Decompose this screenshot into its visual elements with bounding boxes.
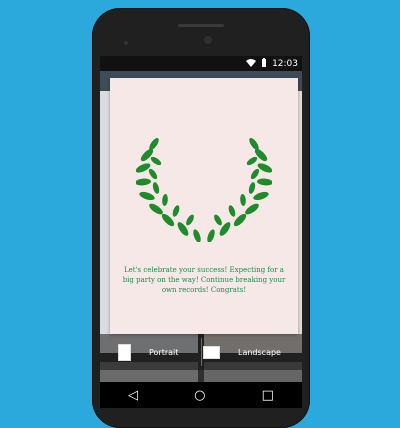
earpiece — [178, 24, 224, 27]
portrait-option[interactable]: Portrait — [118, 341, 178, 363]
laurel-wreath-icon — [136, 138, 272, 242]
phone-top-bezel — [92, 8, 310, 54]
congratulations-dialog[interactable]: Let's celebrate your success! Expecting … — [110, 78, 298, 334]
landscape-label: Landscape — [238, 347, 281, 357]
orientation-divider — [201, 338, 202, 366]
status-bar: 12:03 — [100, 56, 302, 71]
orientation-picker: Portrait Landscape — [100, 334, 302, 370]
phone-screen: 12:03 Let's celebrate your success! Expe… — [100, 56, 302, 408]
portrait-icon — [118, 343, 131, 361]
landscape-icon — [203, 345, 220, 359]
status-time: 12:03 — [272, 59, 298, 69]
proximity-sensor — [124, 41, 128, 45]
phone-frame: 12:03 Let's celebrate your success! Expe… — [92, 8, 310, 428]
congratulations-message: Let's celebrate your success! Expecting … — [122, 266, 286, 294]
landscape-option[interactable]: Landscape — [203, 341, 281, 363]
portrait-label: Portrait — [149, 347, 179, 357]
front-camera — [204, 36, 212, 44]
battery-icon — [261, 58, 267, 70]
navigation-bar: ◁ ○ □ — [100, 382, 302, 408]
status-icons: 12:03 — [246, 58, 298, 70]
wifi-icon — [246, 58, 257, 70]
